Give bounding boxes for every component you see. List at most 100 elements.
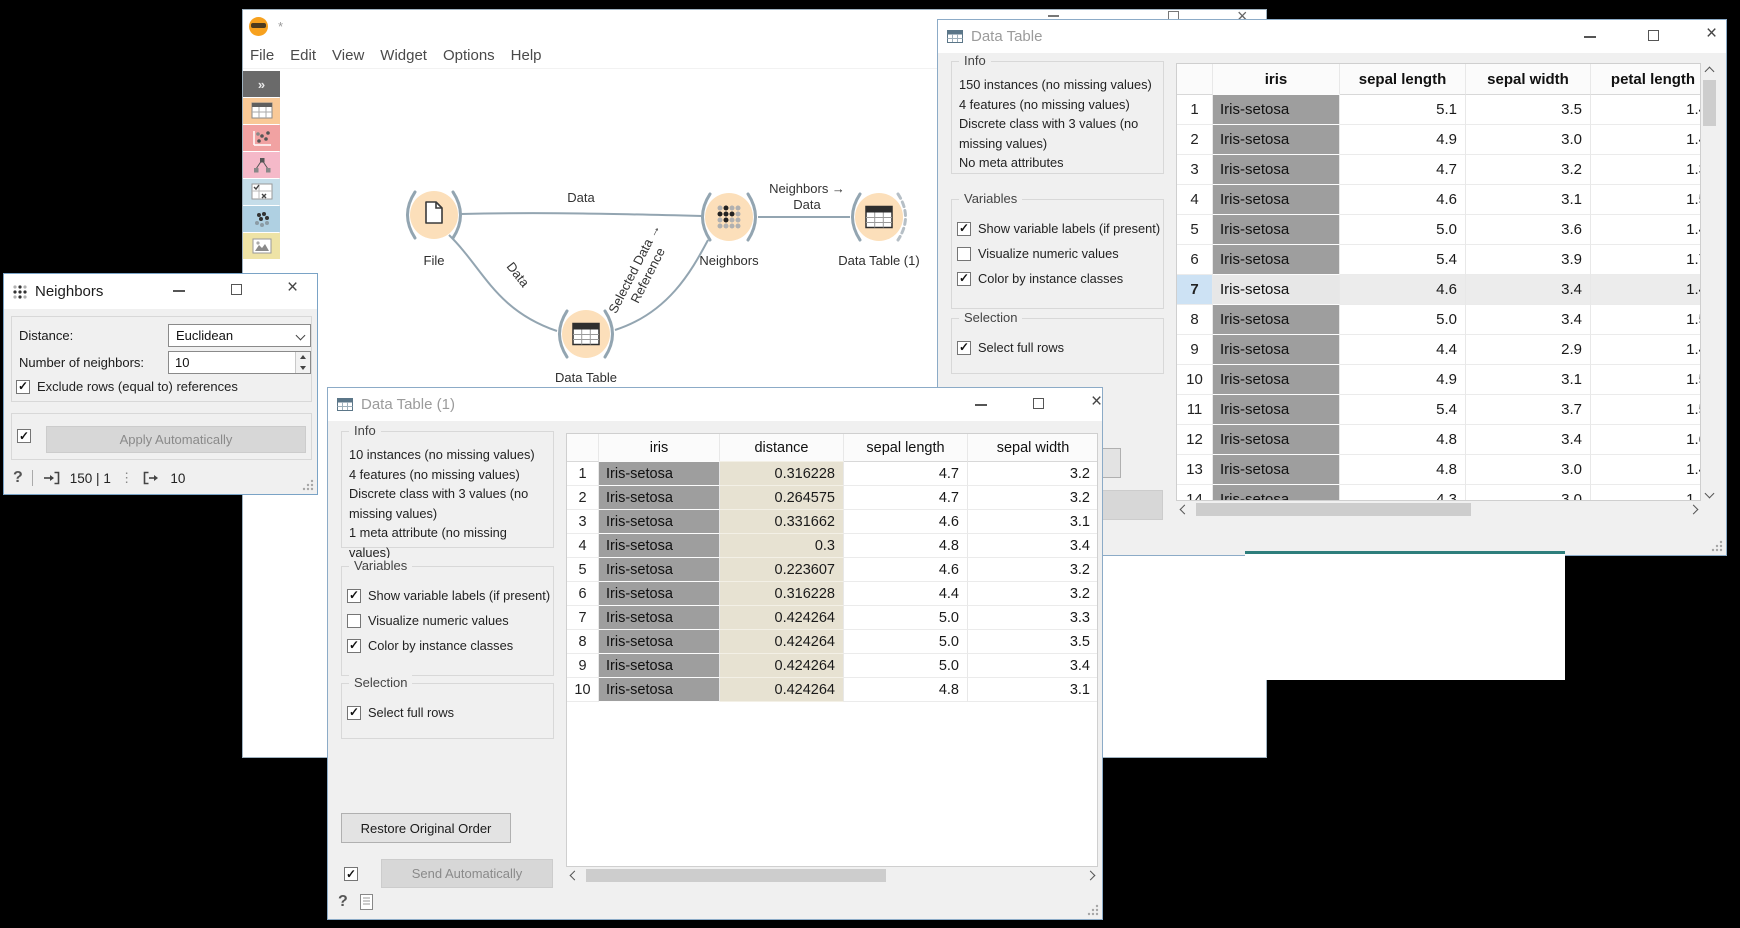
maximize-icon[interactable] (1648, 30, 1659, 41)
row-number[interactable]: 8 (1177, 305, 1213, 335)
report-icon[interactable] (360, 894, 373, 910)
cell[interactable]: 0.264575 (720, 486, 844, 510)
cell[interactable]: 3.7 (1466, 395, 1591, 425)
cell[interactable]: 5.0 (1340, 215, 1466, 245)
cell[interactable]: Iris-setosa (599, 582, 720, 606)
cell[interactable]: 4.7 (844, 462, 968, 486)
table-row[interactable]: 7Iris-setosa4.63.41.4 (1177, 275, 1700, 305)
checkbox-exclude-rows[interactable]: Exclude rows (equal to) references (16, 374, 238, 399)
cell[interactable]: 3.0 (1466, 455, 1591, 485)
cell[interactable]: 1.4 (1591, 95, 1701, 125)
table-row[interactable]: 12Iris-setosa4.83.41.6 (1177, 425, 1700, 455)
cell[interactable]: 3.4 (1466, 305, 1591, 335)
cell[interactable]: 3.0 (1466, 485, 1591, 501)
cell[interactable]: 5.0 (844, 654, 968, 678)
cell[interactable]: 5.4 (1340, 245, 1466, 275)
cell[interactable]: Iris-setosa (1213, 305, 1340, 335)
cell[interactable]: 0.424264 (720, 606, 844, 630)
row-number[interactable]: 12 (1177, 425, 1213, 455)
node-label-neighbors[interactable]: Neighbors (664, 253, 794, 268)
minimize-icon[interactable] (975, 404, 987, 406)
cell[interactable]: 4.7 (1340, 155, 1466, 185)
row-number[interactable]: 14 (1177, 485, 1213, 501)
help-icon[interactable]: ? (13, 469, 23, 487)
row-number[interactable]: 1 (567, 462, 599, 486)
horizontal-scrollbar[interactable] (1176, 501, 1701, 518)
scroll-left-icon[interactable] (1176, 501, 1192, 517)
cell[interactable]: Iris-setosa (599, 558, 720, 582)
checkbox-show-variable-labels[interactable]: Show variable labels (if present) (347, 583, 549, 608)
number-of-neighbors-stepper[interactable]: 10 (168, 351, 311, 374)
resize-grip[interactable] (1711, 540, 1723, 552)
cell[interactable]: 4.7 (844, 486, 968, 510)
cell[interactable]: 5.1 (1340, 95, 1466, 125)
cell[interactable]: 5.0 (1340, 305, 1466, 335)
row-number[interactable]: 4 (567, 534, 599, 558)
minimize-icon[interactable] (1584, 36, 1596, 38)
cell[interactable]: 3.3 (968, 606, 1098, 630)
cell[interactable]: Iris-setosa (1213, 335, 1340, 365)
cell[interactable]: 3.2 (968, 462, 1098, 486)
cell[interactable]: Iris-setosa (599, 510, 720, 534)
row-number[interactable]: 8 (567, 630, 599, 654)
cell[interactable]: 1.5 (1591, 185, 1701, 215)
checkbox[interactable] (347, 614, 361, 628)
cell[interactable]: 4.8 (1340, 425, 1466, 455)
cell[interactable]: 4.8 (1340, 455, 1466, 485)
help-icon[interactable]: ? (338, 893, 348, 911)
cell[interactable]: Iris-setosa (599, 462, 720, 486)
cell[interactable]: 1.3 (1591, 155, 1701, 185)
cell[interactable]: 1.6 (1591, 425, 1701, 455)
cell[interactable]: 0.424264 (720, 678, 844, 702)
column-header[interactable]: iris (1213, 64, 1340, 95)
cell[interactable]: 3.4 (1466, 275, 1591, 305)
table-row[interactable]: 6Iris-setosa5.43.91.7 (1177, 245, 1700, 275)
cell[interactable]: 4.8 (844, 678, 968, 702)
row-number[interactable]: 7 (1177, 275, 1213, 305)
table-row[interactable]: 7Iris-setosa0.4242645.03.3 (567, 606, 1097, 630)
cell[interactable]: 1.4 (1591, 215, 1701, 245)
table-row[interactable]: 8Iris-setosa0.4242645.03.5 (567, 630, 1097, 654)
cell[interactable]: Iris-setosa (1213, 425, 1340, 455)
checkbox[interactable] (16, 380, 30, 394)
node-neighbors[interactable] (705, 193, 753, 241)
cell[interactable]: 1.4 (1591, 125, 1701, 155)
cell[interactable]: 3.1 (968, 678, 1098, 702)
cell[interactable]: 1.1 (1591, 485, 1701, 501)
row-number[interactable]: 1 (1177, 95, 1213, 125)
cell[interactable]: 0.316228 (720, 462, 844, 486)
maximize-icon[interactable] (1033, 398, 1044, 409)
scroll-down-icon[interactable] (1701, 485, 1717, 501)
cell[interactable]: 1.4 (1591, 335, 1701, 365)
scroll-up-icon[interactable] (1701, 63, 1717, 79)
cell[interactable]: 4.8 (844, 534, 968, 558)
row-number[interactable]: 6 (567, 582, 599, 606)
column-header[interactable]: sepal length (844, 434, 968, 462)
checkbox-color-by-instance-classes[interactable]: Color by instance classes (957, 266, 1159, 291)
table-row[interactable]: 10Iris-setosa4.93.11.5 (1177, 365, 1700, 395)
spinner-buttons[interactable] (295, 352, 310, 373)
table-row[interactable]: 9Iris-setosa0.4242645.03.4 (567, 654, 1097, 678)
cell[interactable]: 1.4 (1591, 455, 1701, 485)
cell[interactable]: Iris-setosa (599, 678, 720, 702)
cell[interactable]: Iris-setosa (1213, 125, 1340, 155)
vertical-scrollbar[interactable] (1701, 63, 1718, 501)
minimize-icon[interactable] (173, 290, 185, 292)
resize-grip[interactable] (302, 479, 314, 491)
row-number[interactable]: 2 (1177, 125, 1213, 155)
close-icon[interactable]: × (1706, 24, 1717, 43)
cell[interactable]: Iris-setosa (1213, 245, 1340, 275)
send-automatically-checkbox[interactable] (344, 867, 358, 881)
checkbox[interactable] (957, 272, 971, 286)
table-row[interactable]: 13Iris-setosa4.83.01.4 (1177, 455, 1700, 485)
cell[interactable]: 3.4 (968, 654, 1098, 678)
row-number[interactable]: 9 (1177, 335, 1213, 365)
checkbox-select-full-rows[interactable]: Select full rows (347, 700, 549, 725)
checkbox-color-by-instance-classes[interactable]: Color by instance classes (347, 633, 549, 658)
cell[interactable]: 4.6 (844, 510, 968, 534)
column-header[interactable] (1177, 64, 1213, 95)
cell[interactable]: 3.1 (968, 510, 1098, 534)
cell[interactable]: Iris-setosa (599, 534, 720, 558)
cell[interactable]: Iris-setosa (1213, 395, 1340, 425)
cell[interactable]: 3.2 (968, 582, 1098, 606)
